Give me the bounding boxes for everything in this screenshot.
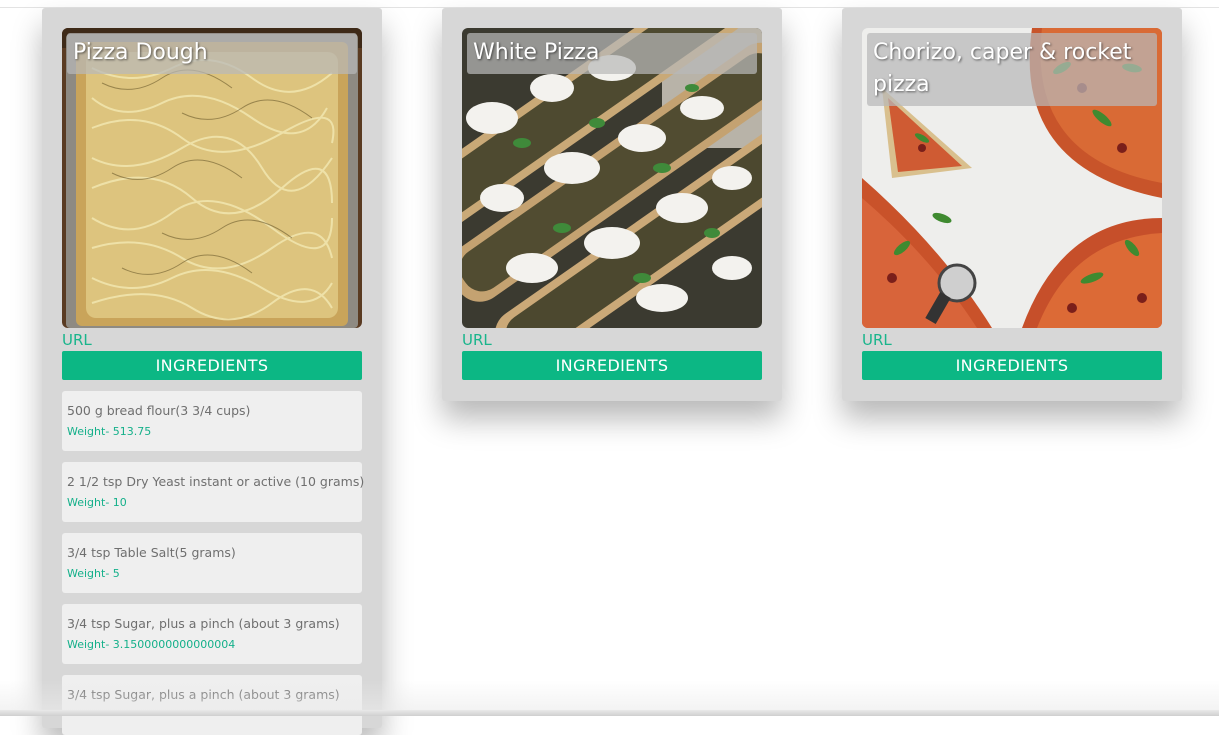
ingredient-text: 3/4 tsp Sugar, plus a pinch (about 3 gra… [67, 687, 340, 702]
ingredient-item: 3/4 tsp Sugar, plus a pinch (about 3 gra… [62, 675, 362, 735]
recipe-card-pizza-dough: Pizza Dough URL INGREDIENTS 500 g bread … [42, 8, 382, 735]
recipe-url-link[interactable]: URL [462, 328, 762, 349]
ingredients-button[interactable]: INGREDIENTS [862, 351, 1162, 380]
recipe-card-white-pizza: White Pizza URL INGREDIENTS [442, 8, 782, 401]
recipe-photo[interactable]: Pizza Dough [62, 28, 362, 328]
ingredient-weight: Weight- 10 [67, 496, 127, 509]
ingredient-text: 3/4 tsp Sugar, plus a pinch (about 3 gra… [67, 616, 340, 631]
ingredient-item: 2 1/2 tsp Dry Yeast instant or active (1… [62, 462, 365, 522]
recipe-url-link[interactable]: URL [862, 328, 1162, 349]
ingredient-item: 500 g bread flour(3 3/4 cups) Weight- 51… [62, 391, 362, 451]
top-border [0, 0, 1219, 8]
ingredient-text: 500 g bread flour(3 3/4 cups) [67, 403, 251, 418]
ingredients-button[interactable]: INGREDIENTS [462, 351, 762, 380]
recipe-title: Pizza Dough [67, 33, 357, 74]
recipe-url-link[interactable]: URL [62, 328, 362, 349]
recipe-title: White Pizza [467, 33, 757, 74]
recipe-photo[interactable]: White Pizza [462, 28, 762, 328]
ingredient-text: 2 1/2 tsp Dry Yeast instant or active (1… [67, 474, 365, 489]
ingredient-item: 3/4 tsp Sugar, plus a pinch (about 3 gra… [62, 604, 362, 664]
ingredient-weight: Weight- 513.75 [67, 425, 152, 438]
ingredient-item: 3/4 tsp Table Salt(5 grams) Weight- 5 [62, 533, 362, 593]
ingredients-button[interactable]: INGREDIENTS [62, 351, 362, 380]
recipe-title: Chorizo, caper & rocket pizza [867, 33, 1157, 106]
ingredient-weight: Weight- 5 [67, 567, 120, 580]
recipe-photo[interactable]: Chorizo, caper & rocket pizza [862, 28, 1162, 328]
recipe-card-chorizo-pizza: Chorizo, caper & rocket pizza URL INGRED… [842, 8, 1182, 401]
bottom-scrollbar-edge [0, 710, 1219, 716]
ingredient-text: 3/4 tsp Table Salt(5 grams) [67, 545, 236, 560]
ingredient-weight: Weight- 3.1500000000000004 [67, 638, 236, 651]
